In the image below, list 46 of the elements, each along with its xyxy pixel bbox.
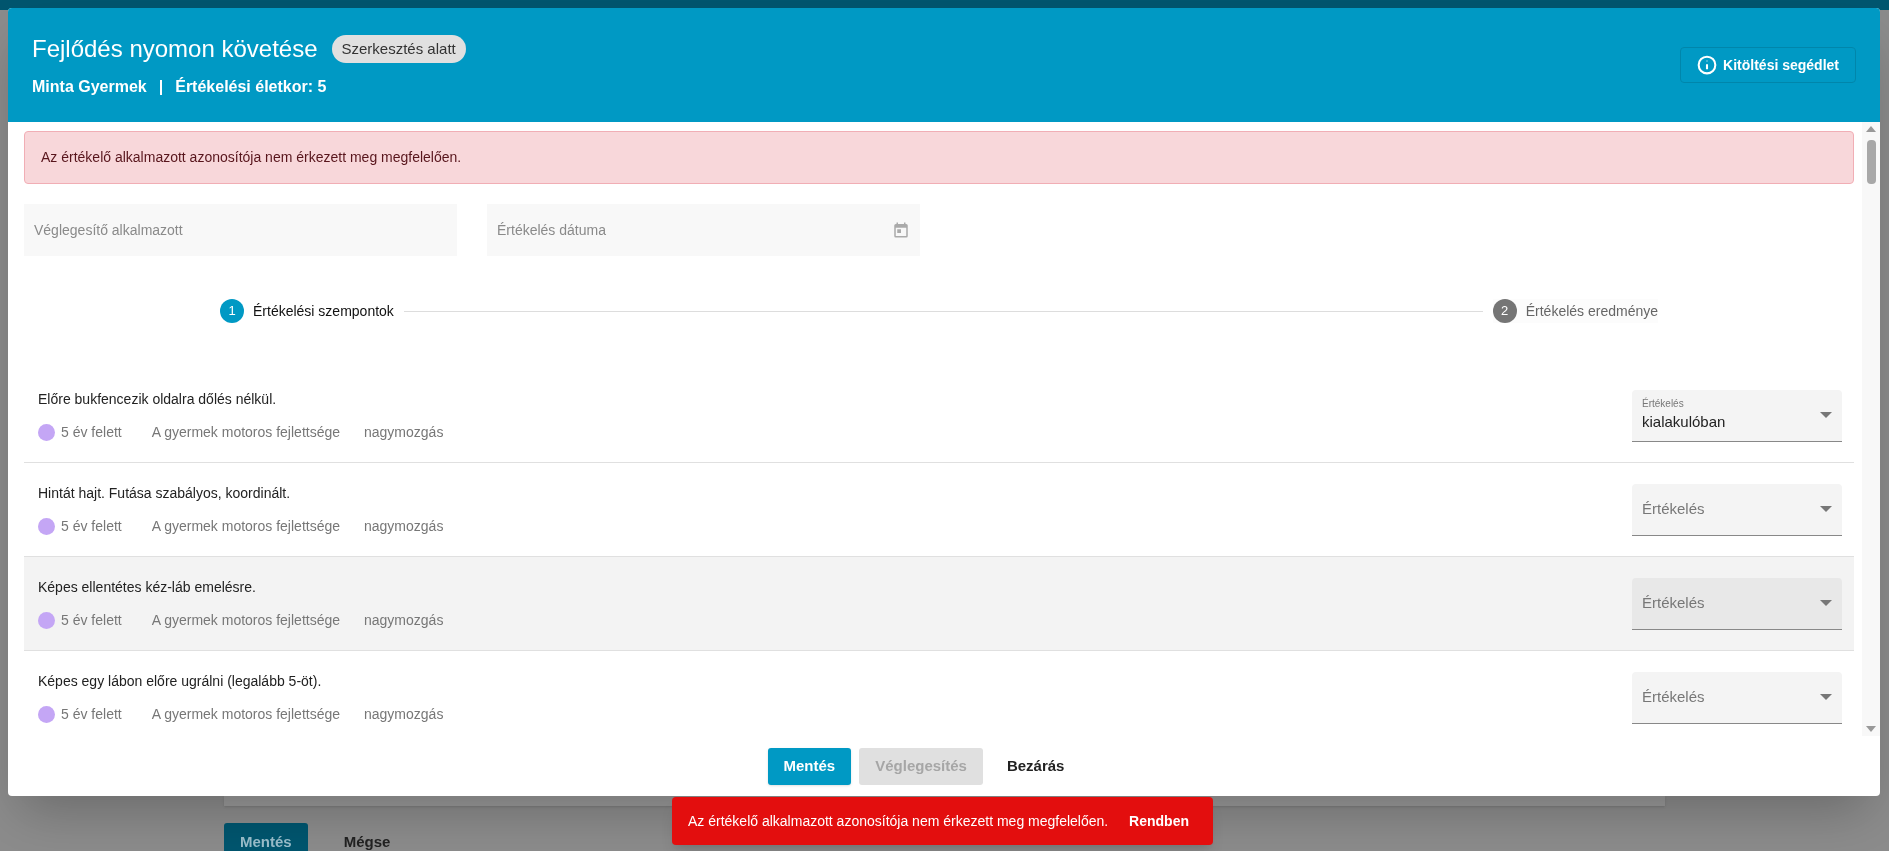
rating-select[interactable]: Értékelés kialakulóban [1632,389,1842,442]
employee-field[interactable]: Véglegesítő alkalmazott [24,204,457,256]
age-group: 5 év felett [61,609,122,631]
child-name: Minta Gyermek [32,77,147,97]
step-tab[interactable]: 2 Értékelés eredménye [1492,299,1658,323]
scroll-up-icon[interactable] [1866,126,1876,132]
ok-button[interactable]: Rendben [1121,804,1197,838]
age-group: 5 év felett [61,515,122,537]
step-tab[interactable]: 1 Értékelési szempontok [220,299,394,323]
calendar-icon [892,221,910,239]
info-icon [1697,55,1718,75]
criterion-text: Képes egy lábon előre ugrálni (legalább 5-öt). [38,671,323,691]
rating-select[interactable]: Értékelés [1632,577,1842,630]
sub-area: nagymozgás [364,703,444,725]
background-cancel-button[interactable]: Mégse [327,823,407,851]
help-button[interactable]: Kitöltési segédlet [1680,47,1856,83]
sub-area: nagymozgás [364,609,444,631]
error-alert: Az értékelő alkalmazott azonosítója nem érkezett meg megfelelően. [24,131,1854,184]
rating-select[interactable]: Értékelés [1632,671,1842,724]
background-save-button[interactable]: Mentés [224,823,308,851]
development-area: A gyermek motoros fejlettsége [151,609,340,631]
caret-icon [1820,600,1832,606]
development-area: A gyermek motoros fejlettsége [151,703,340,725]
criterion-text: Hintát hajt. Futása szabályos, koordinált. [38,483,292,503]
development-area: A gyermek motoros fejlettsége [151,421,340,443]
dialog-title: Fejlődés nyomon követése [32,34,318,64]
scrollbar-thumb[interactable] [1866,140,1876,184]
status-badge: Szerkesztés alatt [331,34,466,64]
subtitle-separator: | [158,77,164,97]
scroll-down-icon[interactable] [1866,726,1876,732]
sub-area: nagymozgás [364,515,444,537]
save-button[interactable]: Mentés [767,747,852,785]
rating-select[interactable]: Értékelés [1632,483,1842,536]
caret-icon [1820,412,1832,418]
criterion-text: Képes ellentétes kéz-láb emelésre. [38,577,257,597]
caret-icon [1820,506,1832,512]
age-group: 5 év felett [61,703,122,725]
criterion-text: Előre bukfencezik oldalra dőlés nélkül. [38,389,278,409]
date-field[interactable]: Értékelés dátuma [487,204,920,256]
age-group: 5 év felett [61,421,122,443]
close-button[interactable]: Bezárás [990,747,1081,785]
snackbar-message: Az értékelő alkalmazott azonosítója nem érkezett meg megfelelően. [688,811,1109,831]
caret-icon [1820,694,1832,700]
sub-area: nagymozgás [364,421,444,443]
evaluation-age: Értékelési életkor: 5 [175,76,327,97]
development-area: A gyermek motoros fejlettsége [151,515,340,537]
